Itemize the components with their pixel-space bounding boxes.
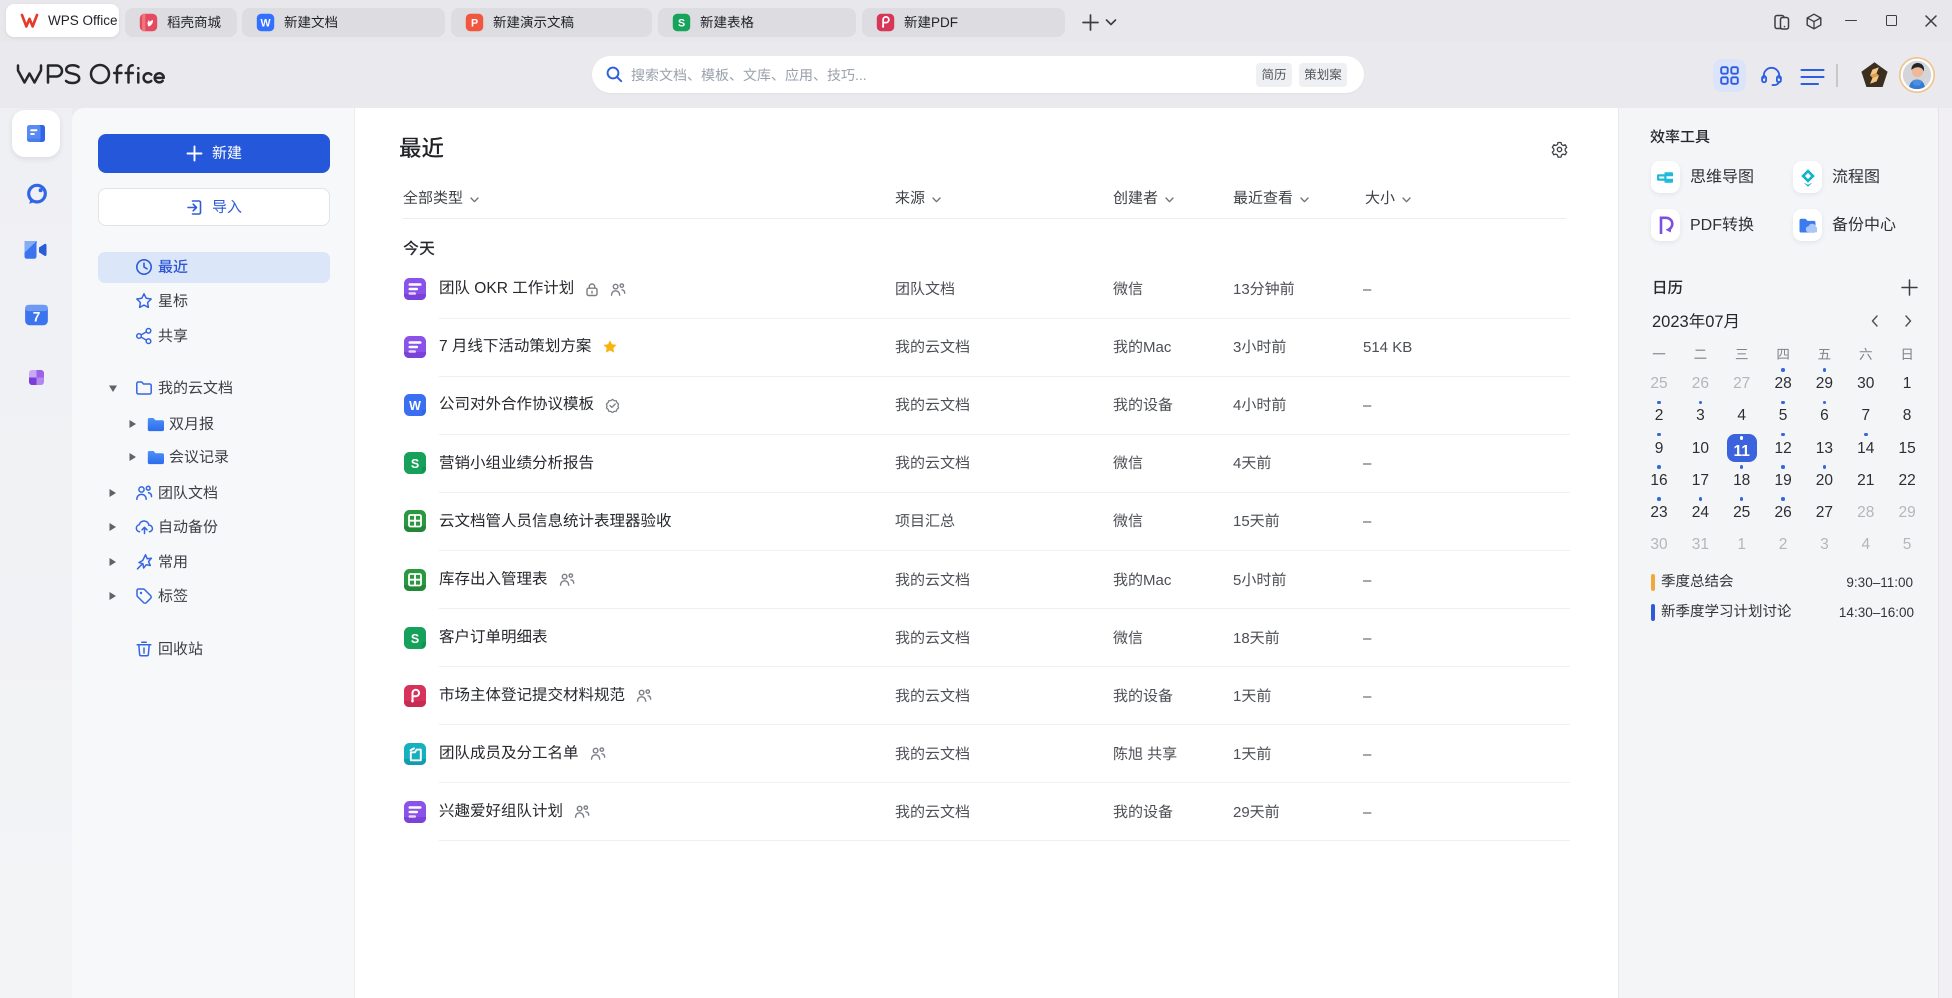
svg-text:W: W	[409, 399, 421, 413]
svg-text:S: S	[411, 632, 419, 646]
svg-text:7: 7	[33, 309, 41, 324]
svg-text:S: S	[411, 457, 419, 471]
svg-text:P: P	[471, 17, 478, 29]
svg-text:W: W	[260, 17, 271, 29]
svg-text:S: S	[678, 17, 685, 29]
